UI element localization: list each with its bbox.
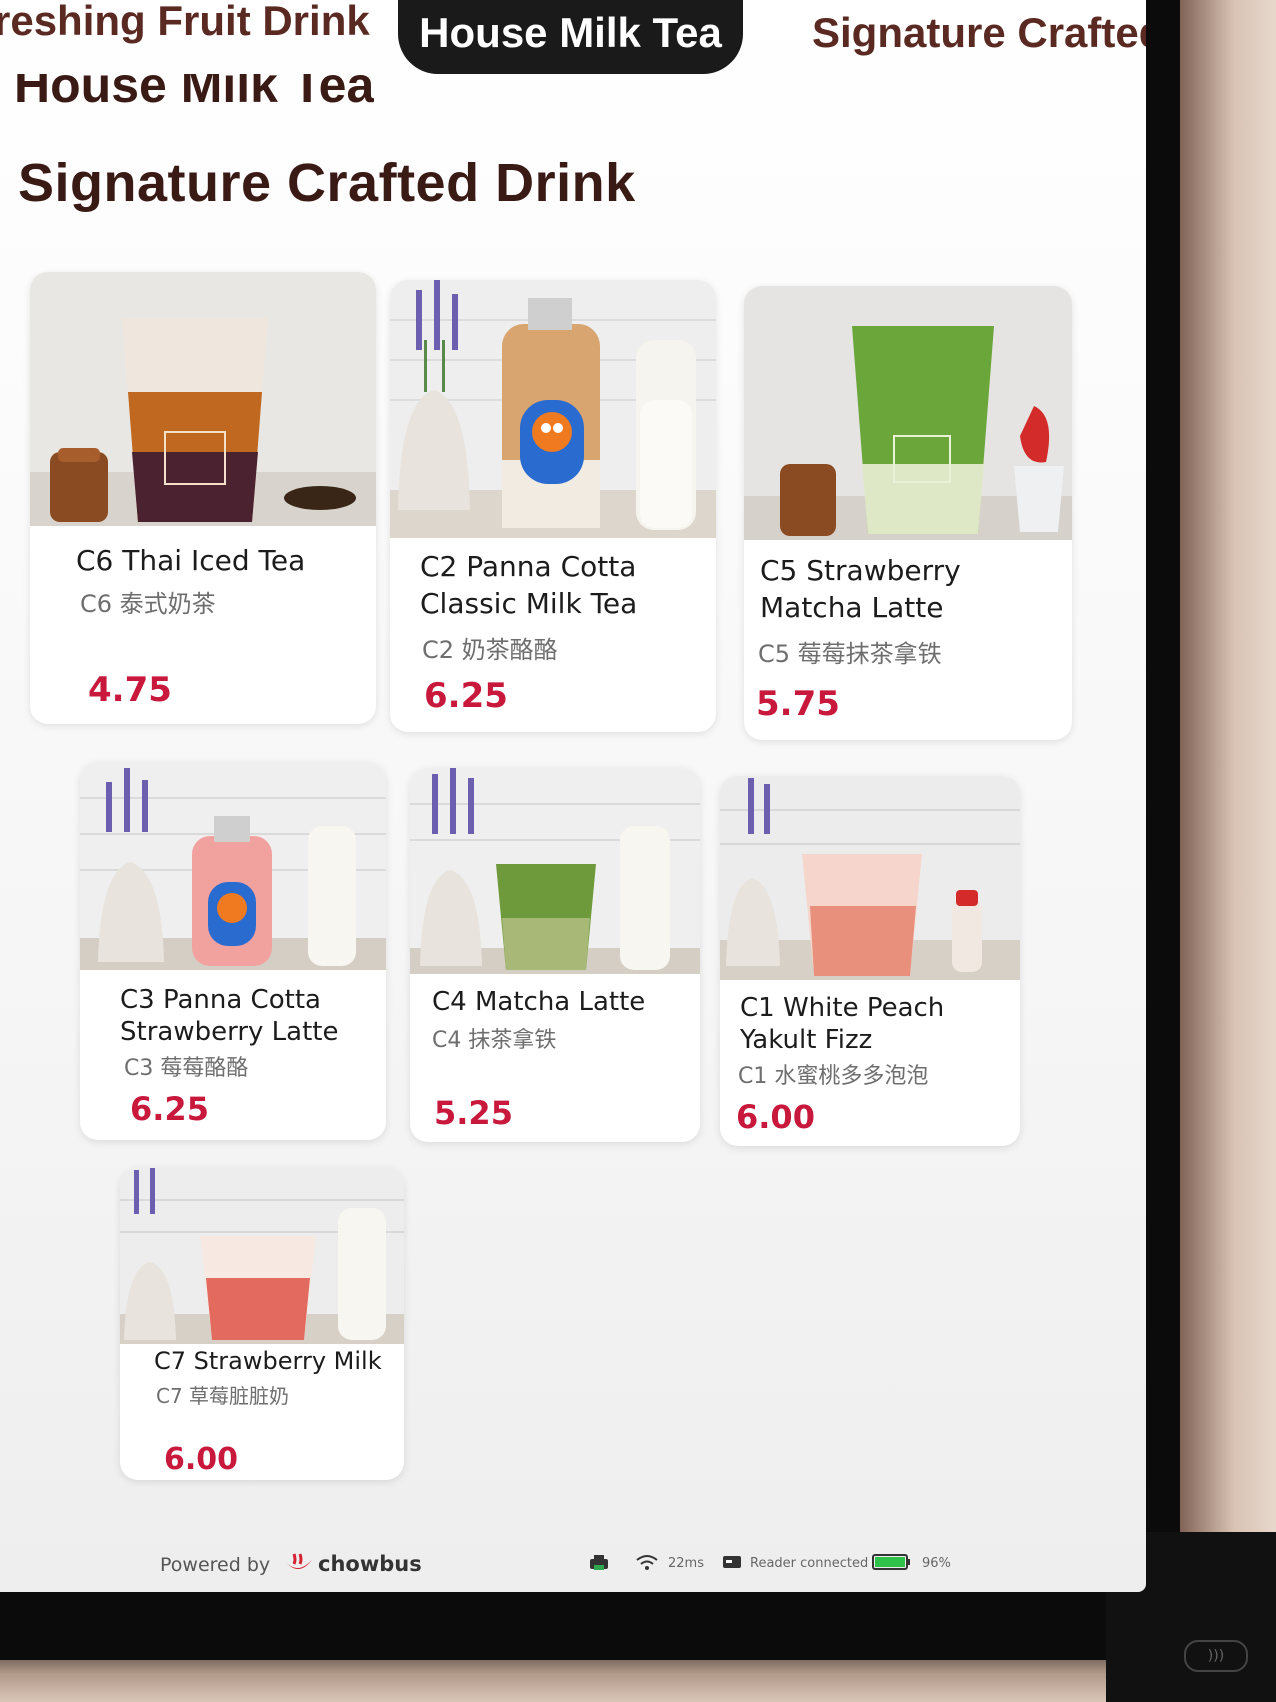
menu-item-card[interactable]: C2 Panna Cotta Classic Milk Tea C2 奶茶酪酪 …	[390, 280, 716, 732]
item-chinese-name: C4 抹茶拿铁	[432, 1028, 557, 1053]
section-title: Signature Crafted Drink	[18, 153, 636, 213]
drink-photo	[120, 1168, 404, 1344]
latency-label: 22ms	[668, 1556, 704, 1571]
item-price: 5.25	[434, 1094, 513, 1132]
menu-item-card[interactable]: C7 Strawberry Milk C7 草莓脏脏奶 6.00	[120, 1168, 404, 1480]
menu-item-card[interactable]: C4 Matcha Latte C4 抹茶拿铁 5.25	[410, 768, 700, 1142]
item-price: 6.25	[424, 676, 508, 716]
item-price: 6.25	[130, 1090, 209, 1128]
item-name: C1 White Peach Yakult Fizz	[740, 993, 945, 1055]
tab-house-milk-tea-active[interactable]: House Milk Tea	[398, 0, 743, 74]
item-chinese-name: C1 水蜜桃多多泡泡	[738, 1064, 929, 1089]
category-tabs: reshing Fruit Drink House Milk Tea Signa…	[0, 0, 1146, 80]
item-chinese-name: C6 泰式奶茶	[80, 590, 216, 618]
item-name: C3 Panna Cotta Strawberry Latte	[120, 985, 339, 1047]
kiosk-screen: reshing Fruit Drink House Milk Tea Signa…	[0, 0, 1146, 1592]
item-price: 6.00	[736, 1098, 815, 1136]
drink-photo	[744, 286, 1072, 540]
powered-by-label: Powered by	[160, 1554, 271, 1576]
status-footer: Powered by chowbus 22ms Reader connected…	[0, 1538, 1146, 1592]
battery-level-label: 96%	[922, 1556, 951, 1571]
contactless-icon: )))	[1184, 1640, 1248, 1672]
menu-item-card[interactable]: C3 Panna Cotta Strawberry Latte C3 莓莓酪酪 …	[80, 762, 386, 1140]
menu-item-card[interactable]: C6 Thai Iced Tea C6 泰式奶茶 4.75	[30, 272, 376, 724]
item-name: C2 Panna Cotta Classic Milk Tea	[420, 550, 638, 620]
tab-refreshing-fruit-drink[interactable]: reshing Fruit Drink	[0, 0, 370, 56]
chowbus-brand: chowbus	[318, 1552, 422, 1576]
drink-photo	[30, 272, 376, 526]
item-price: 6.00	[164, 1442, 239, 1477]
previous-section-title: House Milk Tea	[14, 74, 375, 113]
item-chinese-name: C5 莓莓抹茶拿铁	[758, 640, 942, 668]
drink-photo	[410, 768, 700, 974]
item-price: 5.75	[756, 684, 840, 724]
reader-status-label: Reader connected	[750, 1556, 869, 1571]
item-name: C5 Strawberry Matcha Latte	[760, 554, 961, 624]
drink-photo	[720, 776, 1020, 980]
item-chinese-name: C7 草莓脏脏奶	[156, 1384, 290, 1408]
chowbus-logo-icon	[282, 1552, 314, 1581]
item-chinese-name: C2 奶茶酪酪	[422, 636, 558, 664]
item-name: C6 Thai Iced Tea	[76, 544, 306, 577]
menu-item-card[interactable]: C1 White Peach Yakult Fizz C1 水蜜桃多多泡泡 6.…	[720, 776, 1020, 1146]
item-chinese-name: C3 莓莓酪酪	[124, 1056, 249, 1081]
drink-photo	[390, 280, 716, 538]
tab-signature-crafted-drink[interactable]: Signature Crafted D	[812, 0, 1146, 68]
drink-photo	[80, 762, 386, 970]
item-name: C7 Strawberry Milk	[154, 1347, 382, 1375]
item-name: C4 Matcha Latte	[432, 987, 646, 1017]
battery-icon	[872, 1552, 912, 1576]
printer-icon	[588, 1554, 610, 1576]
menu-item-card[interactable]: C5 Strawberry Matcha Latte C5 莓莓抹茶拿铁 5.7…	[744, 286, 1072, 740]
item-price: 4.75	[88, 670, 172, 710]
card-reader-icon	[722, 1554, 742, 1574]
wifi-icon	[636, 1554, 658, 1576]
